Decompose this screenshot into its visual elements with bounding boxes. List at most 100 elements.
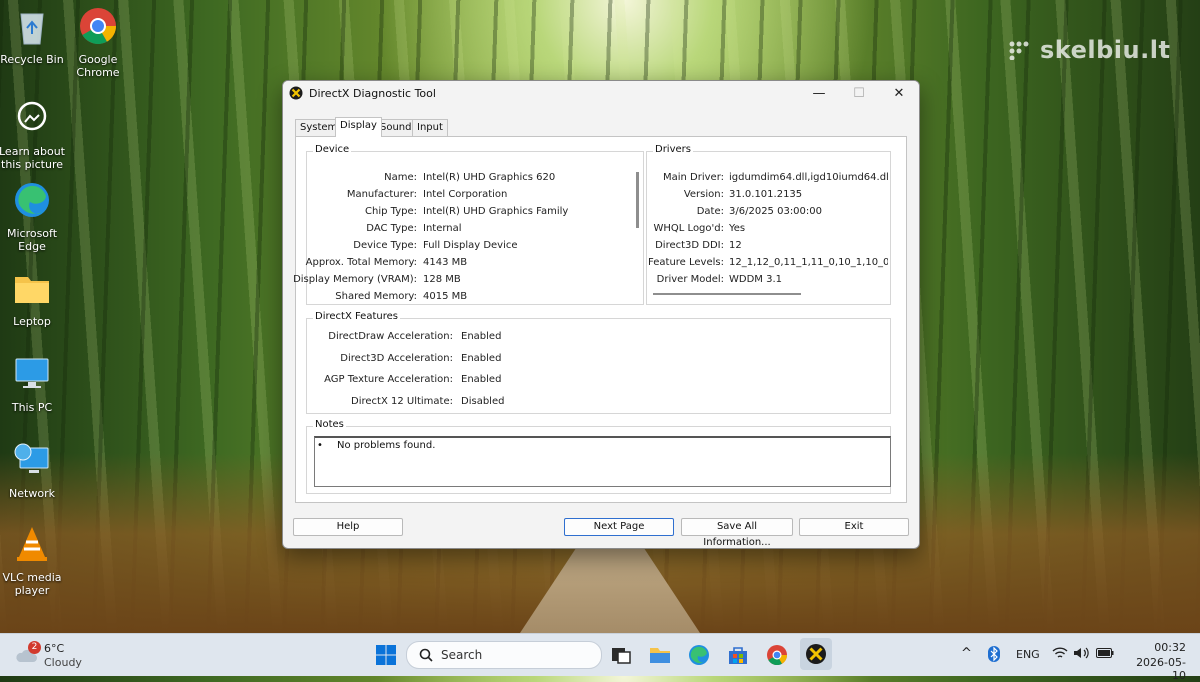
close-button[interactable]: ✕ [879, 81, 919, 107]
driver-whql-label: WHQL Logo'd: [653, 223, 724, 234]
learn-picture-icon [17, 101, 47, 131]
clock-time: 00:32 [1154, 641, 1186, 654]
desktop-icon-this-pc[interactable]: This PC [0, 354, 67, 414]
device-dac-type-label: DAC Type: [366, 223, 417, 234]
notes-bullet: • [317, 440, 323, 451]
desktop-icon-label: Google Chrome [76, 53, 120, 79]
desktop-icon-network[interactable]: Network [0, 440, 67, 500]
desktop-icon-vlc[interactable]: VLC media player [0, 524, 67, 597]
save-all-information-button[interactable]: Save All Information... [681, 518, 793, 548]
wifi-icon[interactable] [1052, 646, 1068, 660]
dxdiag-taskbar-button[interactable] [800, 638, 832, 670]
desktop-icon-label: Network [9, 487, 55, 500]
feature-directdraw-label: DirectDraw Acceleration: [328, 331, 453, 342]
search-icon [419, 648, 433, 662]
desktop-icon-label: Microsoft Edge [6, 227, 58, 253]
device-type-label: Device Type: [353, 240, 417, 251]
driver-d3d-ddi-label: Direct3D DDI: [655, 240, 724, 251]
device-name-value: Intel(R) UHD Graphics 620 [423, 172, 556, 183]
device-group-title: Device [313, 144, 352, 155]
notes-text: No problems found. [337, 440, 436, 451]
feature-direct3d-value: Enabled [461, 353, 502, 364]
clock-date: 2026-05-10 [1136, 656, 1186, 682]
device-dac-type-value: Internal [423, 223, 462, 234]
device-manufacturer-value: Intel Corporation [423, 189, 508, 200]
device-type-value: Full Display Device [423, 240, 518, 251]
device-manufacturer-label: Manufacturer: [346, 189, 417, 200]
drivers-scrollbar[interactable] [653, 293, 801, 295]
desktop-icon-label: This PC [11, 401, 53, 414]
window-title: DirectX Diagnostic Tool [309, 87, 436, 100]
desktop-icon-learn-picture[interactable]: Learn about this picture [0, 98, 67, 171]
driver-version-label: Version: [683, 189, 724, 200]
device-group: Device Name: Intel(R) UHD Graphics 620 M… [293, 144, 644, 305]
drivers-group-title: Drivers [653, 144, 693, 155]
volume-icon[interactable] [1073, 646, 1089, 660]
taskbar-search-box[interactable]: Search [406, 641, 602, 669]
device-vram-value: 128 MB [423, 274, 461, 285]
weather-alert-badge: 2 [28, 641, 41, 654]
directx-features-title: DirectX Features [313, 311, 400, 322]
directx-icon [289, 86, 303, 100]
driver-whql-value: Yes [729, 223, 746, 234]
next-page-button[interactable]: Next Page [564, 518, 674, 536]
driver-main-value: igdumdim64.dll,igd10iumd64.dll,igd10i [729, 172, 888, 183]
maximize-button[interactable]: ☐ [839, 81, 879, 107]
driver-version-value: 31.0.101.2135 [729, 189, 803, 200]
driver-main-label: Main Driver: [662, 172, 724, 183]
folder-icon [15, 277, 49, 303]
driver-model-label: Driver Model: [656, 274, 724, 285]
desktop-icon-label: Learn about this picture [0, 145, 65, 171]
desktop-icon-recycle-bin[interactable]: Recycle Bin [0, 6, 67, 66]
desktop-icon-edge[interactable]: Microsoft Edge [0, 180, 67, 253]
driver-feature-levels-value: 12_1,12_0,11_1,11_0,10_1,10_0,9_3 [729, 257, 888, 268]
watermark-logo-icon [1009, 41, 1029, 60]
device-name-label: Name: [384, 172, 417, 183]
tab-display[interactable]: Display [335, 117, 382, 137]
notes-textbox[interactable]: • No problems found. [314, 436, 891, 487]
desktop-icon-chrome[interactable]: Google Chrome [63, 6, 133, 79]
search-placeholder: Search [441, 648, 483, 662]
weather-temperature: 6°C [44, 642, 65, 655]
drivers-group: Drivers Main Driver: igdumdim64.dll,igd1… [646, 144, 891, 305]
minimize-button[interactable]: — [799, 81, 839, 107]
feature-direct3d-label: Direct3D Acceleration: [340, 353, 453, 364]
device-shared-memory-value: 4015 MB [423, 291, 468, 302]
device-total-memory-label: Approx. Total Memory: [305, 257, 417, 268]
file-explorer-icon[interactable] [649, 644, 671, 666]
notes-title: Notes [313, 419, 346, 430]
desktop-icon-label: Leptop [13, 315, 51, 328]
feature-agp-value: Enabled [461, 374, 502, 385]
bluetooth-icon[interactable] [988, 646, 1000, 662]
device-chip-type-value: Intel(R) UHD Graphics Family [423, 206, 569, 217]
weather-widget[interactable]: 2 6°C Cloudy [14, 638, 94, 672]
dxdiag-window: DirectX Diagnostic Tool — ☐ ✕ System Dis… [282, 80, 920, 549]
desktop-icon-leptop-folder[interactable]: Leptop [0, 268, 67, 328]
title-bar[interactable]: DirectX Diagnostic Tool — ☐ ✕ [283, 81, 919, 107]
weather-description: Cloudy [44, 656, 82, 669]
language-indicator[interactable]: ENG [1016, 648, 1040, 661]
vlc-icon [17, 527, 47, 561]
device-vram-label: Display Memory (VRAM): [293, 274, 417, 285]
help-button[interactable]: Help [293, 518, 403, 536]
battery-icon[interactable] [1096, 647, 1114, 659]
feature-directdraw-value: Enabled [461, 331, 502, 342]
chrome-taskbar-icon[interactable] [766, 644, 788, 666]
recycle-bin-icon [20, 13, 44, 45]
feature-dx12-ultimate-label: DirectX 12 Ultimate: [351, 396, 453, 407]
edge-taskbar-icon[interactable] [688, 644, 710, 666]
this-pc-icon [15, 358, 49, 388]
network-icon [14, 443, 49, 473]
device-chip-type-label: Chip Type: [365, 206, 417, 217]
tray-overflow-chevron[interactable]: ^ [961, 646, 972, 661]
task-view-icon[interactable] [610, 644, 632, 666]
device-scrollbar[interactable] [636, 172, 639, 228]
tab-input[interactable]: Input [412, 119, 448, 136]
driver-date-label: Date: [696, 206, 724, 217]
microsoft-store-icon[interactable] [727, 644, 749, 666]
driver-date-value: 3/6/2025 03:00:00 [729, 206, 823, 217]
desktop-icon-label: VLC media player [2, 571, 62, 597]
clock[interactable]: 00:32 2026-05-10 [1124, 639, 1186, 682]
exit-button[interactable]: Exit [799, 518, 909, 536]
windows-start-icon[interactable] [375, 644, 397, 666]
